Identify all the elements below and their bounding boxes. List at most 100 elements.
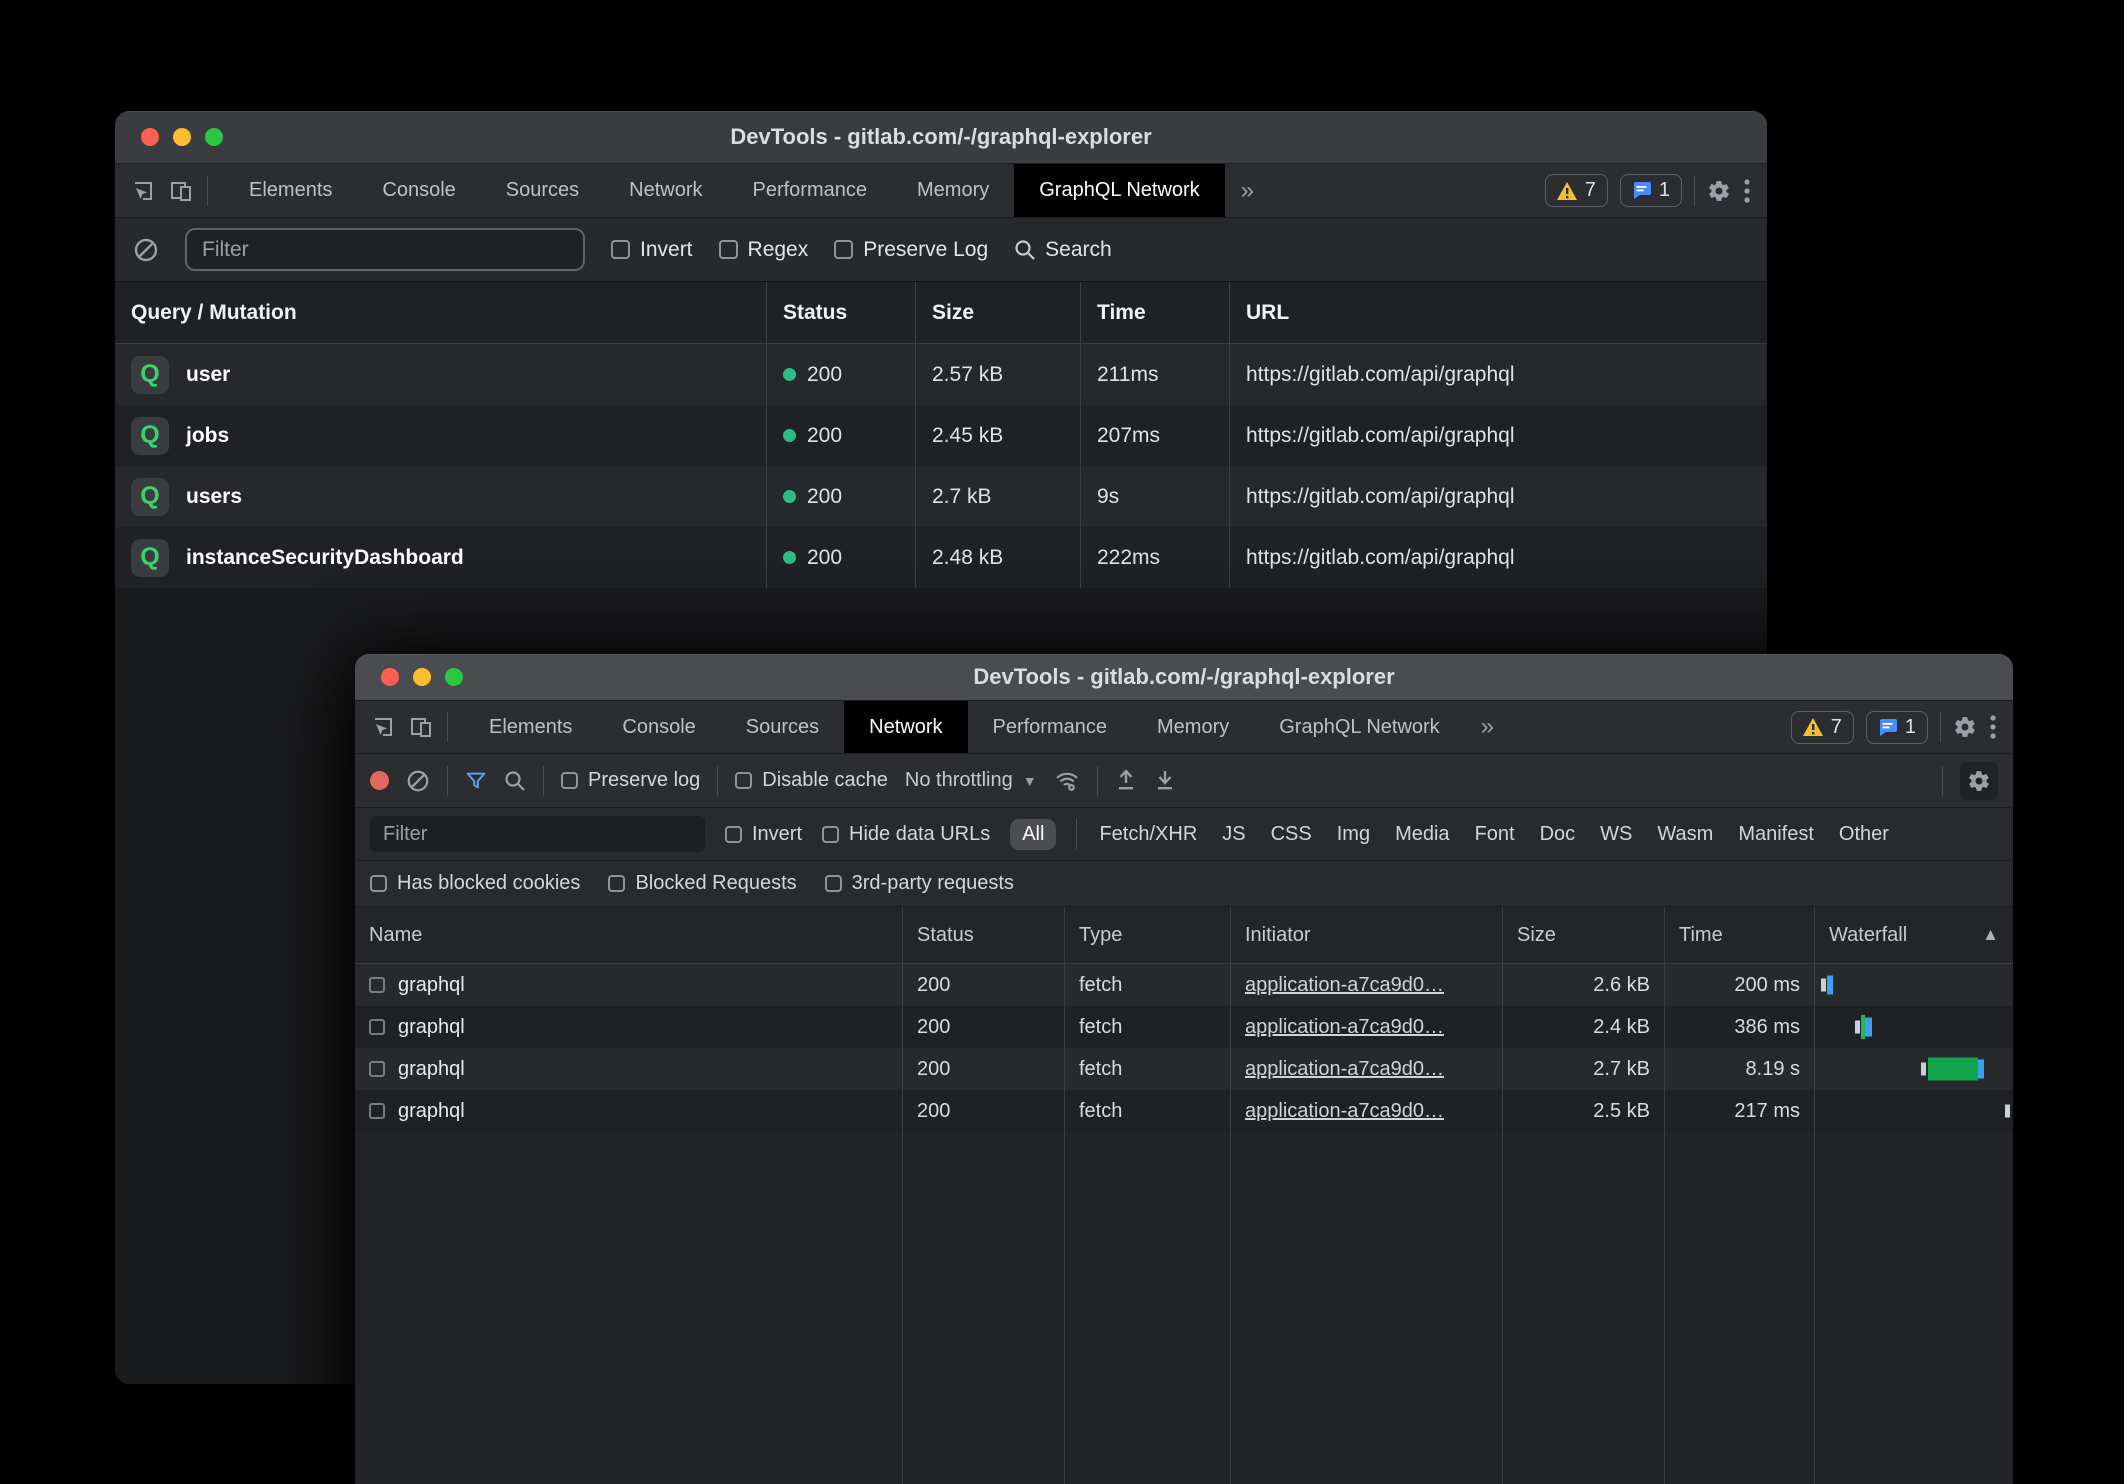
preserve-log-checkbox[interactable] [834,240,853,259]
search-icon[interactable] [504,770,526,792]
network-settings-button[interactable] [1960,762,1998,800]
device-toolbar-icon[interactable] [409,715,433,739]
filter-input[interactable] [185,228,585,271]
tab-memory[interactable]: Memory [1132,701,1254,753]
preserve-log-checkbox-wrap[interactable]: Preserve log [561,769,700,792]
search-control[interactable]: Search [1014,238,1112,262]
record-button[interactable] [370,771,389,790]
invert-checkbox-wrap[interactable]: Invert [725,823,802,846]
blocked-requests-checkbox-wrap[interactable]: Blocked Requests [608,872,796,895]
import-har-icon[interactable] [1115,769,1137,793]
clear-icon[interactable] [133,237,159,263]
filter-input[interactable] [370,816,705,852]
invert-checkbox[interactable] [611,240,630,259]
column-header-url[interactable]: URL [1230,282,1767,343]
more-tabs-icon[interactable]: » [1225,164,1270,217]
tab-console[interactable]: Console [357,164,480,217]
has-blocked-cookies-checkbox-wrap[interactable]: Has blocked cookies [370,872,580,895]
type-chip-wasm[interactable]: Wasm [1655,819,1715,850]
third-party-requests-checkbox-wrap[interactable]: 3rd-party requests [825,872,1014,895]
column-header-name[interactable]: Name [355,907,903,963]
column-header-time[interactable]: Time [1665,907,1815,963]
column-header-query-mutation[interactable]: Query / Mutation [115,282,767,343]
kebab-menu-icon[interactable] [1743,178,1751,204]
device-toolbar-icon[interactable] [169,179,193,203]
column-header-size[interactable]: Size [1503,907,1665,963]
export-har-icon[interactable] [1154,769,1176,793]
blocked-requests-checkbox[interactable] [608,875,625,892]
issues-badge[interactable]: 1 [1620,174,1682,207]
table-row[interactable]: graphql 200 fetch application-a7ca9d0… 2… [355,964,2013,1006]
table-row[interactable]: Qjobs 200 2.45 kB 207ms https://gitlab.c… [115,405,1767,466]
tab-console[interactable]: Console [597,701,720,753]
row-checkbox[interactable] [369,1061,385,1077]
throttling-select[interactable]: No throttling ▼ [905,769,1037,792]
initiator-link[interactable]: application-a7ca9d0… [1245,974,1444,997]
table-row[interactable]: graphql 200 fetch application-a7ca9d0… 2… [355,1090,2013,1132]
tab-performance[interactable]: Performance [728,164,893,217]
initiator-link[interactable]: application-a7ca9d0… [1245,1100,1444,1123]
regex-checkbox-wrap[interactable]: Regex [719,238,809,262]
tab-network[interactable]: Network [604,164,727,217]
column-header-initiator[interactable]: Initiator [1231,907,1503,963]
column-header-size[interactable]: Size [916,282,1081,343]
tab-performance[interactable]: Performance [968,701,1133,753]
tab-elements[interactable]: Elements [224,164,357,217]
settings-gear-icon[interactable] [1707,179,1731,203]
table-row[interactable]: graphql 200 fetch application-a7ca9d0… 2… [355,1048,2013,1090]
table-row[interactable]: graphql 200 fetch application-a7ca9d0… 2… [355,1006,2013,1048]
third-party-requests-checkbox[interactable] [825,875,842,892]
row-checkbox[interactable] [369,1103,385,1119]
tab-elements[interactable]: Elements [464,701,597,753]
invert-checkbox-wrap[interactable]: Invert [611,238,693,262]
type-chip-manifest[interactable]: Manifest [1736,819,1816,850]
type-chip-img[interactable]: Img [1335,819,1372,850]
initiator-link[interactable]: application-a7ca9d0… [1245,1016,1444,1039]
tab-memory[interactable]: Memory [892,164,1014,217]
regex-checkbox[interactable] [719,240,738,259]
row-checkbox[interactable] [369,1019,385,1035]
titlebar[interactable]: DevTools - gitlab.com/-/graphql-explorer [115,111,1767,164]
initiator-link[interactable]: application-a7ca9d0… [1245,1058,1444,1081]
warnings-badge[interactable]: 7 [1545,174,1608,207]
filter-funnel-icon[interactable] [465,770,487,792]
warnings-badge[interactable]: 7 [1791,711,1854,744]
disable-cache-checkbox[interactable] [735,772,752,789]
tab-graphql-network[interactable]: GraphQL Network [1014,164,1224,217]
table-row[interactable]: Qusers 200 2.7 kB 9s https://gitlab.com/… [115,466,1767,527]
hide-data-urls-checkbox-wrap[interactable]: Hide data URLs [822,823,990,846]
disable-cache-checkbox-wrap[interactable]: Disable cache [735,769,888,792]
settings-gear-icon[interactable] [1953,715,1977,739]
preserve-log-checkbox[interactable] [561,772,578,789]
tab-sources[interactable]: Sources [721,701,844,753]
titlebar[interactable]: DevTools - gitlab.com/-/graphql-explorer [355,654,2013,701]
inspect-element-icon[interactable] [131,179,155,203]
type-chip-other[interactable]: Other [1837,819,1891,850]
type-chip-media[interactable]: Media [1393,819,1451,850]
row-checkbox[interactable] [369,977,385,993]
table-row[interactable]: Quser 200 2.57 kB 211ms https://gitlab.c… [115,344,1767,405]
hide-data-urls-checkbox[interactable] [822,826,839,843]
column-header-type[interactable]: Type [1065,907,1231,963]
type-chip-all[interactable]: All [1010,819,1056,850]
column-header-time[interactable]: Time [1081,282,1230,343]
type-chip-ws[interactable]: WS [1598,819,1634,850]
more-tabs-icon[interactable]: » [1465,701,1510,753]
tab-sources[interactable]: Sources [481,164,604,217]
type-chip-css[interactable]: CSS [1269,819,1314,850]
issues-badge[interactable]: 1 [1866,711,1928,744]
column-header-waterfall[interactable]: Waterfall ▲ [1815,907,2013,963]
tab-graphql-network[interactable]: GraphQL Network [1254,701,1464,753]
preserve-log-checkbox-wrap[interactable]: Preserve Log [834,238,988,262]
type-chip-font[interactable]: Font [1473,819,1517,850]
clear-icon[interactable] [406,769,430,793]
type-chip-fetch-xhr[interactable]: Fetch/XHR [1097,819,1199,850]
network-conditions-icon[interactable] [1054,769,1080,793]
column-header-status[interactable]: Status [767,282,916,343]
type-chip-js[interactable]: JS [1220,819,1247,850]
kebab-menu-icon[interactable] [1989,714,1997,740]
inspect-element-icon[interactable] [371,715,395,739]
has-blocked-cookies-checkbox[interactable] [370,875,387,892]
type-chip-doc[interactable]: Doc [1538,819,1578,850]
invert-checkbox[interactable] [725,826,742,843]
